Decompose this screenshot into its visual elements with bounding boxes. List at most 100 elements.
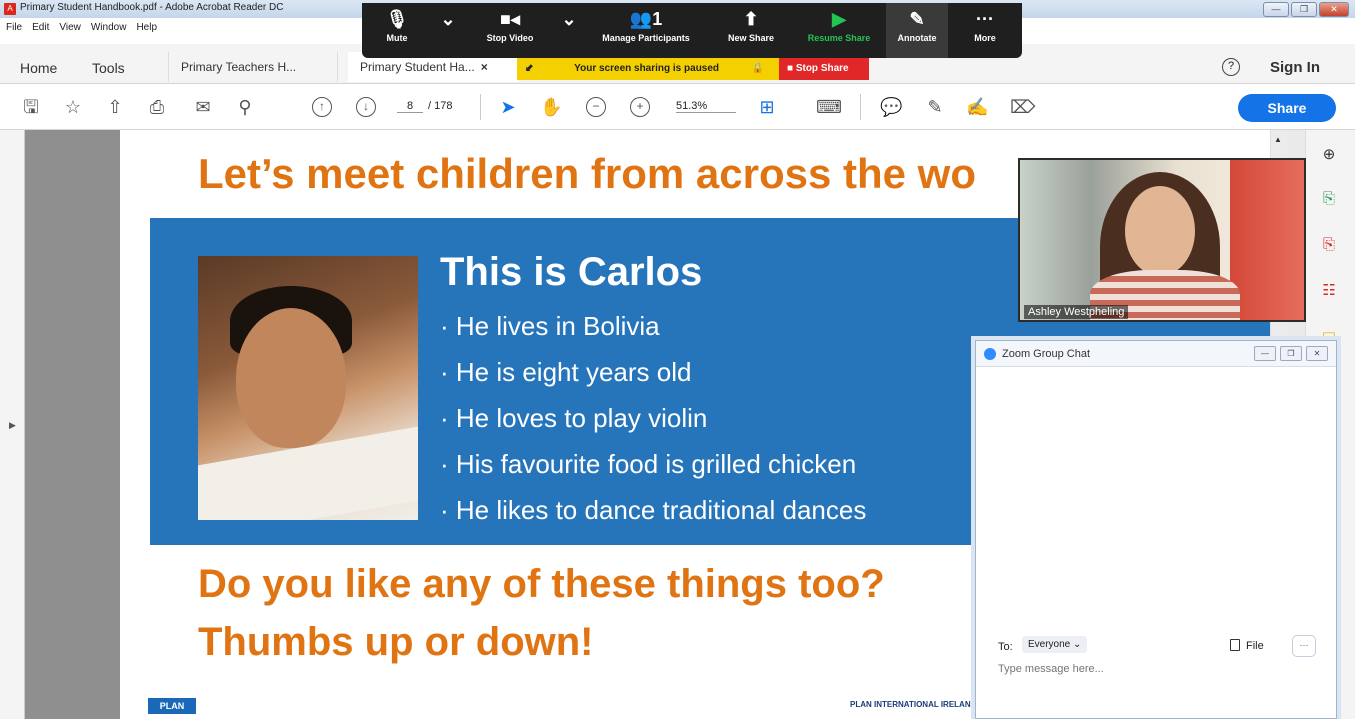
chat-message-input[interactable] — [998, 663, 1318, 675]
restore-button[interactable]: ❐ — [1291, 2, 1317, 17]
toolbar-divider — [480, 94, 481, 120]
menu-edit[interactable]: Edit — [32, 22, 49, 33]
slide-heading: Let’s meet children from across the wo — [198, 150, 976, 197]
carlos-photo — [198, 256, 418, 520]
zoom-search-icon[interactable]: ⊕ — [1318, 144, 1340, 166]
page-total: / 178 — [428, 100, 453, 112]
bullet-item: · He lives in Bolivia — [440, 311, 660, 341]
create-pdf-icon[interactable]: ⎘ — [1318, 234, 1340, 256]
lock-icon[interactable]: 🔒 — [752, 63, 764, 74]
play-icon: ▶ — [832, 9, 846, 29]
expand-panel-arrow-icon[interactable]: ▶ — [9, 420, 16, 431]
sign-in-link[interactable]: Sign In — [1270, 59, 1320, 76]
fill-sign-icon[interactable]: ⌦ — [1010, 96, 1035, 118]
sharing-paused-text: Your screen sharing is paused — [574, 63, 720, 74]
chat-restore-button[interactable]: ❐ — [1280, 346, 1302, 361]
slide-footer: PLAN INTERNATIONAL IRELAND - — [850, 700, 982, 709]
pencil-icon: ✎ — [909, 9, 925, 29]
slide-title: This is Carlos — [440, 250, 703, 294]
document-background — [25, 130, 120, 719]
keyboard-scroll-icon[interactable]: ⌨ — [816, 96, 842, 118]
annotate-label: Annotate — [897, 33, 937, 43]
upload-cloud-icon[interactable]: ⇧ — [104, 96, 126, 118]
zoom-in-icon[interactable]: + — [630, 97, 650, 117]
video-options-button[interactable]: ⌄ — [557, 3, 581, 58]
chat-title: Zoom Group Chat — [1002, 348, 1091, 360]
chat-close-button[interactable]: ✕ — [1306, 346, 1328, 361]
manage-participants-button[interactable]: 👥1 Manage Participants — [588, 3, 704, 58]
more-label: More — [974, 33, 996, 43]
zoom-logo-icon — [984, 348, 996, 360]
acrobat-pdf-icon: A — [4, 3, 16, 15]
hand-tool-icon[interactable]: ✋ — [540, 96, 562, 118]
zoom-meeting-controls: 🎙 Mute ⌄ ■◂ Stop Video ⌄ 👥1 Manage Parti… — [362, 3, 1022, 58]
stop-video-button[interactable]: ■◂ Stop Video — [480, 3, 540, 58]
print-icon[interactable]: ⎙ — [146, 96, 168, 118]
zoom-out-search-icon[interactable]: ⚲ — [234, 96, 256, 118]
chat-to-label: To: — [998, 641, 1013, 653]
resume-share-label: Resume Share — [807, 33, 871, 43]
menu-file[interactable]: File — [6, 22, 22, 33]
tab-primary-teachers-handbook[interactable]: Primary Teachers H... — [168, 52, 338, 82]
paused-arrow-icon: ⬋ — [525, 63, 534, 74]
menu-view[interactable]: View — [59, 22, 81, 33]
resume-share-button[interactable]: ▶ Resume Share — [798, 3, 880, 58]
bullet-item: · His favourite food is grilled chicken — [440, 449, 857, 479]
stop-share-label: Stop Share — [795, 63, 849, 74]
mute-button[interactable]: 🎙 Mute — [376, 3, 418, 58]
menu-help[interactable]: Help — [136, 22, 157, 33]
zoom-out-icon[interactable]: − — [586, 97, 606, 117]
comment-icon[interactable]: 💬 — [880, 96, 902, 118]
tab-tools[interactable]: Tools — [92, 60, 125, 76]
participants-icon: 👥1 — [629, 9, 663, 29]
chat-more-button[interactable]: ··· — [1292, 635, 1316, 657]
zoom-level-select[interactable]: 51.3% — [676, 100, 736, 113]
chat-recipient-select[interactable]: Everyone ⌄ — [1022, 636, 1088, 653]
plan-logo: PLAN — [148, 698, 196, 714]
stop-share-button[interactable]: ■ Stop Share — [779, 58, 869, 80]
manage-participants-label: Manage Participants — [602, 33, 690, 43]
video-curtain — [1230, 160, 1304, 320]
close-tab-icon[interactable]: × — [481, 60, 488, 74]
previous-page-icon[interactable]: ↑ — [312, 97, 332, 117]
help-icon[interactable]: ? — [1222, 58, 1240, 76]
microphone-icon: 🎙 — [385, 9, 409, 29]
close-button[interactable]: ✕ — [1319, 2, 1349, 17]
tab-label: Primary Student Ha... — [360, 60, 475, 74]
participant-name: Ashley Westpheling — [1024, 305, 1129, 319]
video-camera-icon: ■◂ — [500, 9, 520, 29]
bullet-item: · He loves to play violin — [440, 403, 708, 433]
mute-label: Mute — [386, 33, 408, 43]
save-icon[interactable]: 🖫 — [20, 96, 42, 118]
file-icon[interactable] — [1230, 639, 1240, 651]
fit-page-icon[interactable]: ⊞ — [756, 96, 778, 118]
page-number-input[interactable]: 8 — [397, 100, 423, 113]
more-button[interactable]: ··· More — [958, 3, 1012, 58]
export-pdf-icon[interactable]: ⎘ — [1318, 188, 1340, 210]
bookmark-star-icon[interactable]: ☆ — [62, 96, 84, 118]
minimize-button[interactable]: — — [1263, 2, 1289, 17]
new-share-icon: ⬆ — [743, 9, 759, 29]
scroll-up-icon[interactable]: ▲ — [1274, 135, 1282, 144]
toolbar-divider — [860, 94, 861, 120]
annotate-button[interactable]: ✎ Annotate — [886, 3, 948, 58]
audio-options-button[interactable]: ⌄ — [436, 3, 460, 58]
email-icon[interactable]: ✉ — [192, 96, 214, 118]
select-cursor-icon[interactable]: ➤ — [497, 96, 519, 118]
chat-minimize-button[interactable]: — — [1254, 346, 1276, 361]
window-title: Primary Student Handbook.pdf - Adobe Acr… — [20, 2, 284, 13]
menu-window[interactable]: Window — [91, 22, 127, 33]
slide-bullet-list: · He lives in Bolivia · He is eight year… — [440, 310, 866, 540]
participant-video[interactable]: Ashley Westpheling — [1018, 158, 1306, 322]
sign-icon[interactable]: ✍ — [966, 96, 988, 118]
share-button[interactable]: Share — [1238, 94, 1336, 122]
highlight-pen-icon[interactable]: ✎ — [924, 96, 946, 118]
share-button-label: Share — [1267, 100, 1307, 116]
acrobat-toolbar: 🖫 ☆ ⇧ ⎙ ✉ ⚲ ↑ ↓ 8 / 178 ➤ ✋ − + 51.3% ⊞ … — [0, 84, 1355, 130]
file-button[interactable]: File — [1246, 640, 1264, 652]
tab-home[interactable]: Home — [20, 60, 57, 76]
next-page-icon[interactable]: ↓ — [356, 97, 376, 117]
stop-square-icon: ■ — [787, 63, 796, 74]
new-share-button[interactable]: ⬆ New Share — [718, 3, 784, 58]
organize-pages-icon[interactable]: ☷ — [1318, 280, 1340, 302]
